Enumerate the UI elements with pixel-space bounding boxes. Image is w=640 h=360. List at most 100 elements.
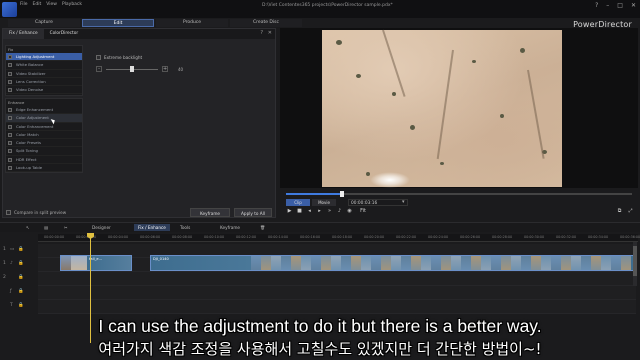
- tools-button[interactable]: Tools: [180, 224, 190, 231]
- cut-icon[interactable]: ✂: [64, 224, 68, 231]
- panel-close-icon[interactable]: ✕: [268, 30, 272, 36]
- pointer-tool-icon[interactable]: ↖: [26, 224, 30, 231]
- clip-thumbnail: [511, 256, 521, 270]
- extreme-backlight-checkbox[interactable]: [96, 55, 101, 60]
- video-clip-2[interactable]: DJI_0140: [150, 255, 634, 271]
- track-header-fx: ƒ 🔒: [0, 286, 38, 300]
- storyboard-icon[interactable]: ▤: [44, 224, 48, 231]
- close-icon[interactable]: ✕: [631, 2, 636, 9]
- tab-create-disc[interactable]: Create Disc: [230, 19, 302, 27]
- enhance-item[interactable]: Color Presets: [6, 139, 82, 148]
- prev-frame-icon[interactable]: ◂: [306, 208, 313, 215]
- main-tabs: Capture Edit Produce Create Disc: [8, 18, 304, 28]
- panel-help-icon[interactable]: ?: [260, 30, 263, 36]
- menu-file[interactable]: File: [20, 2, 28, 7]
- play-icon[interactable]: ▶: [286, 208, 293, 215]
- preview-scrub-bar[interactable]: [286, 191, 632, 197]
- lock-icon[interactable]: 🔒: [18, 289, 24, 294]
- lichen-spot: [356, 74, 361, 78]
- fix-checkbox[interactable]: [8, 63, 12, 68]
- clip-thumbnail: [351, 256, 361, 270]
- clip-mode-button[interactable]: Clip: [286, 199, 310, 206]
- backlight-slider[interactable]: - + 40: [96, 66, 186, 74]
- panel-tabs: Fix / Enhance ColorDirector: [3, 29, 275, 39]
- snapshot-icon[interactable]: ◉: [346, 208, 353, 215]
- maximize-icon[interactable]: □: [617, 2, 623, 9]
- enhance-item[interactable]: Color Adjustment: [6, 114, 82, 123]
- video-clip-1[interactable]: tall_e...: [60, 255, 132, 271]
- slider-minus-icon[interactable]: -: [96, 66, 102, 72]
- volume-icon[interactable]: ♪: [336, 208, 343, 215]
- menu-playback[interactable]: Playback: [62, 2, 82, 7]
- ruler-label: 00:00:14:00: [268, 235, 289, 239]
- fix-enhance-button[interactable]: Fix / Enhance: [134, 224, 170, 231]
- slider-plus-icon[interactable]: +: [162, 66, 168, 72]
- fix-checkbox[interactable]: [8, 88, 12, 93]
- undock-icon[interactable]: ⧉: [616, 208, 623, 215]
- zoom-label[interactable]: Fit: [356, 208, 370, 215]
- apply-to-all-button[interactable]: Apply to All: [234, 208, 272, 217]
- fix-item[interactable]: Lens Correction: [6, 78, 82, 87]
- enhance-checkbox[interactable]: [8, 132, 12, 137]
- fix-label: Lighting Adjustment: [16, 54, 55, 59]
- enhance-item[interactable]: Edge Enhancement: [6, 106, 82, 115]
- tab-produce[interactable]: Produce: [156, 19, 228, 27]
- tab-edit[interactable]: Edit: [82, 19, 154, 27]
- enhance-checkbox[interactable]: [8, 108, 12, 112]
- preview-mode: Clip Movie: [286, 199, 336, 207]
- fix-checkbox[interactable]: [8, 55, 12, 59]
- clip-thumbnail: [591, 256, 601, 270]
- movie-mode-button[interactable]: Movie: [312, 199, 336, 206]
- enhance-checkbox[interactable]: [8, 166, 12, 171]
- timeline-scrollbar[interactable]: [633, 242, 637, 286]
- enhance-checkbox[interactable]: [8, 157, 12, 162]
- compare-split-preview[interactable]: Compare in split preview: [6, 210, 66, 215]
- tab-fix-enhance[interactable]: Fix / Enhance: [3, 29, 44, 39]
- scrollbar-thumb[interactable]: [633, 246, 637, 276]
- lock-icon[interactable]: 🔒: [18, 247, 24, 252]
- timeline-ruler[interactable]: 00:00:00:00 00:00:02:00 00:00:04:00 00:00:0…: [38, 234, 640, 242]
- tab-colordirector[interactable]: ColorDirector: [44, 29, 84, 39]
- enhance-item[interactable]: HDR Effect: [6, 156, 82, 165]
- enhance-checkbox[interactable]: [8, 124, 12, 129]
- slider-knob[interactable]: [130, 66, 134, 72]
- track-header-video-1: 1 ▭ 🔒: [0, 244, 38, 258]
- lichen-spot: [336, 40, 342, 45]
- fix-item[interactable]: Video Denoise: [6, 86, 82, 95]
- enhance-checkbox[interactable]: [8, 149, 12, 154]
- stop-icon[interactable]: ■: [296, 208, 303, 215]
- enhance-item[interactable]: Look-up Table: [6, 164, 82, 173]
- fast-forward-icon[interactable]: »: [326, 208, 333, 215]
- keyframe-button[interactable]: Keyframe: [190, 208, 230, 217]
- menu-view[interactable]: View: [46, 2, 57, 7]
- fix-item[interactable]: Lighting Adjustment: [6, 53, 82, 62]
- lichen-spot: [410, 125, 415, 130]
- tab-capture[interactable]: Capture: [8, 19, 80, 27]
- fix-checkbox[interactable]: [8, 79, 12, 84]
- timecode-dropdown-icon[interactable]: ▾: [402, 199, 405, 205]
- enhance-checkbox[interactable]: [8, 116, 12, 121]
- fix-checkbox[interactable]: [8, 71, 12, 76]
- help-icon[interactable]: ?: [595, 2, 598, 9]
- fullscreen-icon[interactable]: ⤢: [627, 208, 634, 215]
- enhance-item[interactable]: Split Toning: [6, 147, 82, 156]
- lock-icon[interactable]: 🔒: [18, 275, 24, 280]
- keyframe-toolbar-button[interactable]: Keyframe: [220, 224, 240, 231]
- lock-icon[interactable]: 🔒: [18, 261, 24, 266]
- menu-edit[interactable]: Edit: [33, 2, 42, 7]
- next-frame-icon[interactable]: ▸: [316, 208, 323, 215]
- enhance-item[interactable]: Color Enhancement: [6, 123, 82, 131]
- fix-item[interactable]: White Balance: [6, 61, 82, 70]
- extreme-backlight-option[interactable]: Extreme backlight: [96, 55, 142, 60]
- enhance-item[interactable]: Color Match: [6, 131, 82, 140]
- minimize-icon[interactable]: –: [606, 2, 609, 9]
- lock-icon[interactable]: 🔒: [18, 303, 24, 308]
- scrub-handle[interactable]: [340, 191, 344, 197]
- timecode-display[interactable]: 00:00:03:16: [348, 199, 408, 206]
- delete-icon[interactable]: 🗑: [260, 224, 265, 231]
- ruler-label: 00:00:24:00: [428, 235, 449, 239]
- compare-checkbox[interactable]: [6, 210, 11, 215]
- fix-item[interactable]: Video Stabilizer: [6, 70, 82, 78]
- enhance-checkbox[interactable]: [8, 141, 12, 146]
- designer-button[interactable]: Designer: [92, 224, 111, 231]
